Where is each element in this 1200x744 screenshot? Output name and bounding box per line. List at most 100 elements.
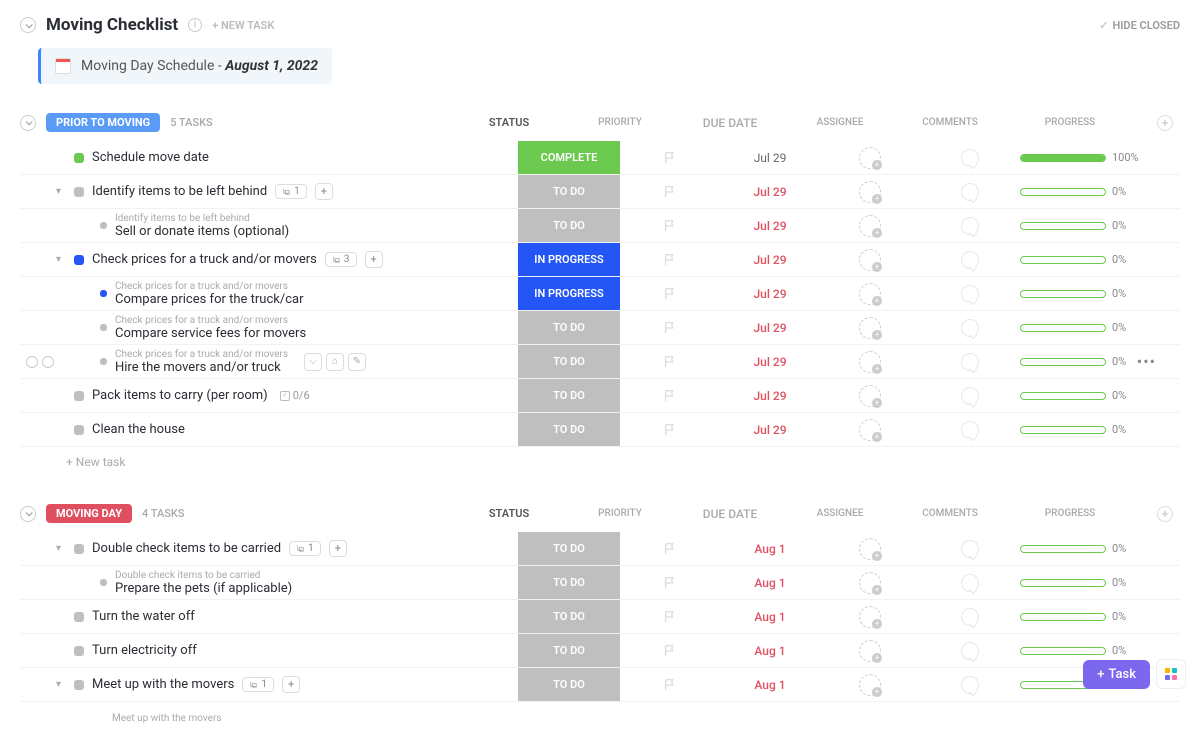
comments-icon[interactable] (961, 251, 979, 269)
status-cell[interactable]: TO DO (518, 311, 620, 344)
status-cell[interactable]: TO DO (518, 600, 620, 633)
task-name[interactable]: Hire the movers and/or truck (115, 360, 288, 375)
status-cell[interactable]: TO DO (518, 668, 620, 701)
status-square-icon[interactable] (74, 153, 84, 163)
section-collapse-icon[interactable] (20, 506, 36, 522)
add-subtask-button[interactable]: + (282, 676, 300, 693)
priority-flag-icon[interactable] (663, 610, 677, 624)
progress-bar[interactable] (1020, 579, 1106, 587)
add-column-icon[interactable]: + (1157, 506, 1173, 522)
tag-icon[interactable]: ⌂ (326, 353, 344, 371)
schedule-banner[interactable]: Moving Day Schedule - August 1, 2022 (38, 48, 332, 84)
assignee-add-icon[interactable] (859, 606, 881, 628)
task-name[interactable]: Turn electricity off (92, 643, 197, 658)
status-square-icon[interactable] (74, 425, 84, 435)
assignee-add-icon[interactable] (859, 538, 881, 560)
task-name[interactable]: Turn the water off (92, 609, 195, 624)
assignee-add-icon[interactable] (859, 572, 881, 594)
task-row[interactable]: ▾Meet up with the movers1+TO DOAug 10% (20, 668, 1180, 702)
task-name[interactable]: Compare service fees for movers (115, 326, 306, 341)
assignee-add-icon[interactable] (859, 283, 881, 305)
assignee-add-icon[interactable] (859, 317, 881, 339)
status-cell[interactable]: TO DO (518, 532, 620, 565)
comments-icon[interactable] (961, 319, 979, 337)
comments-icon[interactable] (961, 285, 979, 303)
progress-bar[interactable] (1020, 647, 1106, 655)
due-date-cell[interactable]: Jul 29 (720, 287, 820, 301)
status-cell[interactable]: TO DO (518, 413, 620, 446)
progress-bar[interactable] (1020, 358, 1106, 366)
comments-icon[interactable] (961, 608, 979, 626)
task-row[interactable]: •••Check prices for a truck and/or mover… (20, 345, 1180, 379)
expand-toggle-icon[interactable]: ▾ (56, 186, 66, 197)
task-name[interactable]: Schedule move date (92, 150, 209, 165)
due-date-cell[interactable]: Aug 1 (720, 542, 820, 556)
due-date-cell[interactable]: Jul 29 (720, 355, 820, 369)
priority-flag-icon[interactable] (663, 355, 677, 369)
status-square-icon[interactable] (74, 646, 84, 656)
status-square-icon[interactable] (100, 324, 107, 331)
status-cell[interactable]: TO DO (518, 566, 620, 599)
due-date-cell[interactable]: Jul 29 (720, 185, 820, 199)
progress-bar[interactable] (1020, 290, 1106, 298)
progress-bar[interactable] (1020, 392, 1106, 400)
info-icon[interactable]: i (188, 18, 202, 32)
status-square-icon[interactable] (74, 391, 84, 401)
comments-icon[interactable] (961, 217, 979, 235)
due-date-cell[interactable]: Jul 29 (720, 321, 820, 335)
float-apps-button[interactable] (1156, 659, 1186, 689)
due-date-cell[interactable]: Jul 29 (720, 423, 820, 437)
task-name[interactable]: Compare prices for the truck/car (115, 292, 304, 307)
task-row[interactable]: ▾Identify items to be left behind1+TO DO… (20, 175, 1180, 209)
due-date-cell[interactable]: Jul 29 (720, 219, 820, 233)
assignee-add-icon[interactable] (859, 419, 881, 441)
comments-icon[interactable] (961, 421, 979, 439)
task-row[interactable]: Identify items to be left behindSell or … (20, 209, 1180, 243)
due-date-cell[interactable]: Aug 1 (720, 610, 820, 624)
status-cell[interactable]: TO DO (518, 175, 620, 208)
task-row[interactable]: Pack items to carry (per room)0/6TO DOJu… (20, 379, 1180, 413)
priority-flag-icon[interactable] (663, 389, 677, 403)
progress-bar[interactable] (1020, 545, 1106, 553)
status-square-icon[interactable] (74, 680, 84, 690)
progress-bar[interactable] (1020, 256, 1106, 264)
float-new-task-button[interactable]: + Task (1083, 660, 1150, 689)
progress-bar[interactable] (1020, 154, 1106, 162)
assignee-add-icon[interactable] (859, 147, 881, 169)
section-collapse-icon[interactable] (20, 115, 36, 131)
comments-icon[interactable] (961, 574, 979, 592)
hide-closed-toggle[interactable]: HIDE CLOSED (1099, 19, 1180, 32)
due-date-cell[interactable]: Jul 29 (720, 151, 820, 165)
task-row[interactable]: Turn electricity offTO DOAug 10% (20, 634, 1180, 668)
due-date-cell[interactable]: Aug 1 (720, 678, 820, 692)
assignee-add-icon[interactable] (859, 249, 881, 271)
task-row[interactable]: Turn the water offTO DOAug 10% (20, 600, 1180, 634)
assignee-add-icon[interactable] (859, 351, 881, 373)
status-square-icon[interactable] (74, 187, 84, 197)
status-cell[interactable]: IN PROGRESS (518, 277, 620, 310)
task-row[interactable]: Meet up with the movers (20, 702, 1180, 734)
edit-icon[interactable]: ✎ (348, 353, 366, 371)
due-date-cell[interactable]: Aug 1 (720, 644, 820, 658)
comments-icon[interactable] (961, 540, 979, 558)
task-name[interactable]: Pack items to carry (per room) (92, 388, 268, 403)
progress-bar[interactable] (1020, 613, 1106, 621)
collapse-all-icon[interactable] (20, 17, 36, 33)
progress-bar[interactable] (1020, 222, 1106, 230)
progress-bar[interactable] (1020, 324, 1106, 332)
subtask-count-pill[interactable]: 1 (275, 184, 307, 199)
task-name[interactable]: Sell or donate items (optional) (115, 224, 289, 239)
more-icon[interactable]: ••• (1137, 352, 1156, 371)
assignee-add-icon[interactable] (859, 674, 881, 696)
expand-toggle-icon[interactable]: ▾ (56, 254, 66, 265)
priority-flag-icon[interactable] (663, 151, 677, 165)
priority-flag-icon[interactable] (663, 219, 677, 233)
priority-flag-icon[interactable] (663, 287, 677, 301)
status-square-icon[interactable] (74, 612, 84, 622)
task-name[interactable]: Check prices for a truck and/or movers (92, 252, 317, 267)
new-task-row[interactable]: + New task (20, 447, 1180, 477)
task-row[interactable]: Double check items to be carriedPrepare … (20, 566, 1180, 600)
task-row[interactable]: Clean the houseTO DOJul 290% (20, 413, 1180, 447)
status-cell[interactable]: COMPLETE (518, 141, 620, 174)
task-name[interactable]: Meet up with the movers (92, 677, 234, 692)
